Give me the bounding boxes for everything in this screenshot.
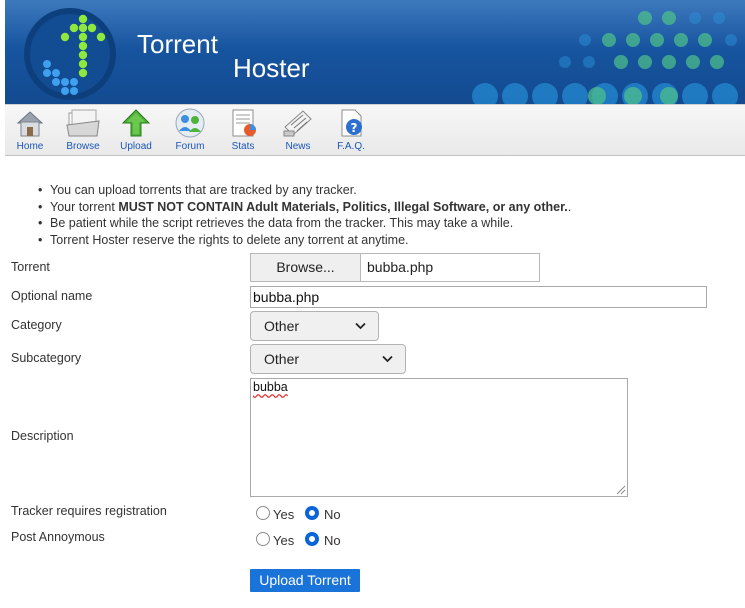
rule-text: You can upload torrents that are tracked… [50, 183, 357, 197]
nav-faq-label: F.A.Q. [337, 141, 365, 152]
resize-grip-icon[interactable] [615, 484, 626, 495]
nav-home[interactable]: Home [3, 107, 57, 152]
optional-name-label: Optional name [11, 289, 93, 303]
tracker-registration-yes-label: Yes [273, 507, 295, 522]
nav-news[interactable]: News [271, 107, 325, 152]
post-anonymous-no-label: No [324, 533, 341, 548]
post-anonymous-yes-radio[interactable] [256, 532, 270, 546]
description-textarea[interactable]: bubba [250, 378, 628, 497]
rule-item: You can upload torrents that are tracked… [38, 182, 571, 199]
post-anonymous-label: Post Annoymous [11, 530, 105, 544]
category-select[interactable]: Other [250, 311, 379, 341]
torrent-file-input[interactable]: Browse... bubba.php [250, 253, 540, 282]
description-text: bubba [253, 380, 288, 394]
browse-button[interactable]: Browse... [251, 254, 361, 281]
rule-text-bold: MUST NOT CONTAIN Adult Materials, Politi… [118, 199, 568, 214]
svg-text:?: ? [351, 121, 358, 135]
subcategory-label: Subcategory [11, 351, 82, 365]
nav-upload-label: Upload [120, 141, 152, 152]
site-title-line-1: Torrent [137, 29, 218, 59]
upload-rules-list: You can upload torrents that are tracked… [38, 182, 571, 248]
category-label: Category [11, 318, 62, 332]
rule-text: Be patient while the script retrieves th… [50, 216, 514, 230]
rule-text-suffix: . [567, 199, 572, 214]
nav-upload[interactable]: Upload [109, 107, 163, 152]
news-paper-icon [283, 110, 312, 137]
subcategory-selected-value: Other [264, 351, 300, 367]
folder-tray-icon [66, 109, 100, 137]
rule-text: Torrent Hoster reserve the rights to del… [50, 232, 409, 247]
nav-stats[interactable]: Stats [216, 107, 270, 152]
post-anonymous-no-radio[interactable] [305, 532, 319, 546]
help-question-icon: ? [341, 109, 362, 137]
nav-news-label: News [285, 141, 311, 152]
rule-text-prefix: Your torrent [50, 199, 119, 214]
stats-chart-icon [232, 109, 256, 137]
tracker-registration-no-label: No [324, 507, 341, 522]
tracker-registration-yes-radio[interactable] [256, 506, 270, 520]
tracker-registration-label: Tracker requires registration [11, 504, 167, 518]
nav-forum-label: Forum [175, 141, 205, 152]
green-up-arrow-icon [121, 109, 151, 137]
optional-name-input[interactable]: bubba.php [250, 286, 707, 308]
chevron-down-icon [382, 355, 393, 363]
rule-item: Be patient while the script retrieves th… [38, 215, 571, 232]
chevron-down-icon [355, 322, 366, 330]
torrent-label: Torrent [11, 260, 50, 274]
rule-item: Your torrent MUST NOT CONTAIN Adult Mate… [38, 199, 571, 216]
tracker-registration-no-radio[interactable] [305, 506, 319, 520]
nav-home-label: Home [16, 141, 44, 152]
nav-browse[interactable]: Browse [56, 107, 110, 152]
house-icon [16, 111, 44, 137]
banner-dots-decoration [472, 11, 738, 104]
description-label: Description [11, 429, 74, 443]
post-anonymous-yes-label: Yes [273, 533, 295, 548]
category-selected-value: Other [264, 318, 300, 334]
upload-torrent-button[interactable]: Upload Torrent [250, 569, 360, 592]
site-banner: Torrent Hoster [5, 0, 745, 104]
subcategory-select[interactable]: Other [250, 344, 406, 374]
nav-faq[interactable]: ? F.A.Q. [324, 107, 378, 152]
nav-browse-label: Browse [66, 141, 100, 152]
main-nav: Home Browse Upload Forum Stats News ? F.… [5, 104, 745, 156]
rule-item: Torrent Hoster reserve the rights to del… [38, 232, 571, 249]
forum-people-icon [175, 108, 205, 138]
nav-forum[interactable]: Forum [163, 107, 217, 152]
site-title-line-2: Hoster [233, 53, 310, 83]
nav-stats-label: Stats [231, 141, 255, 152]
green-dot-arrow-logo-icon [24, 8, 116, 100]
selected-file-name: bubba.php [367, 259, 434, 275]
